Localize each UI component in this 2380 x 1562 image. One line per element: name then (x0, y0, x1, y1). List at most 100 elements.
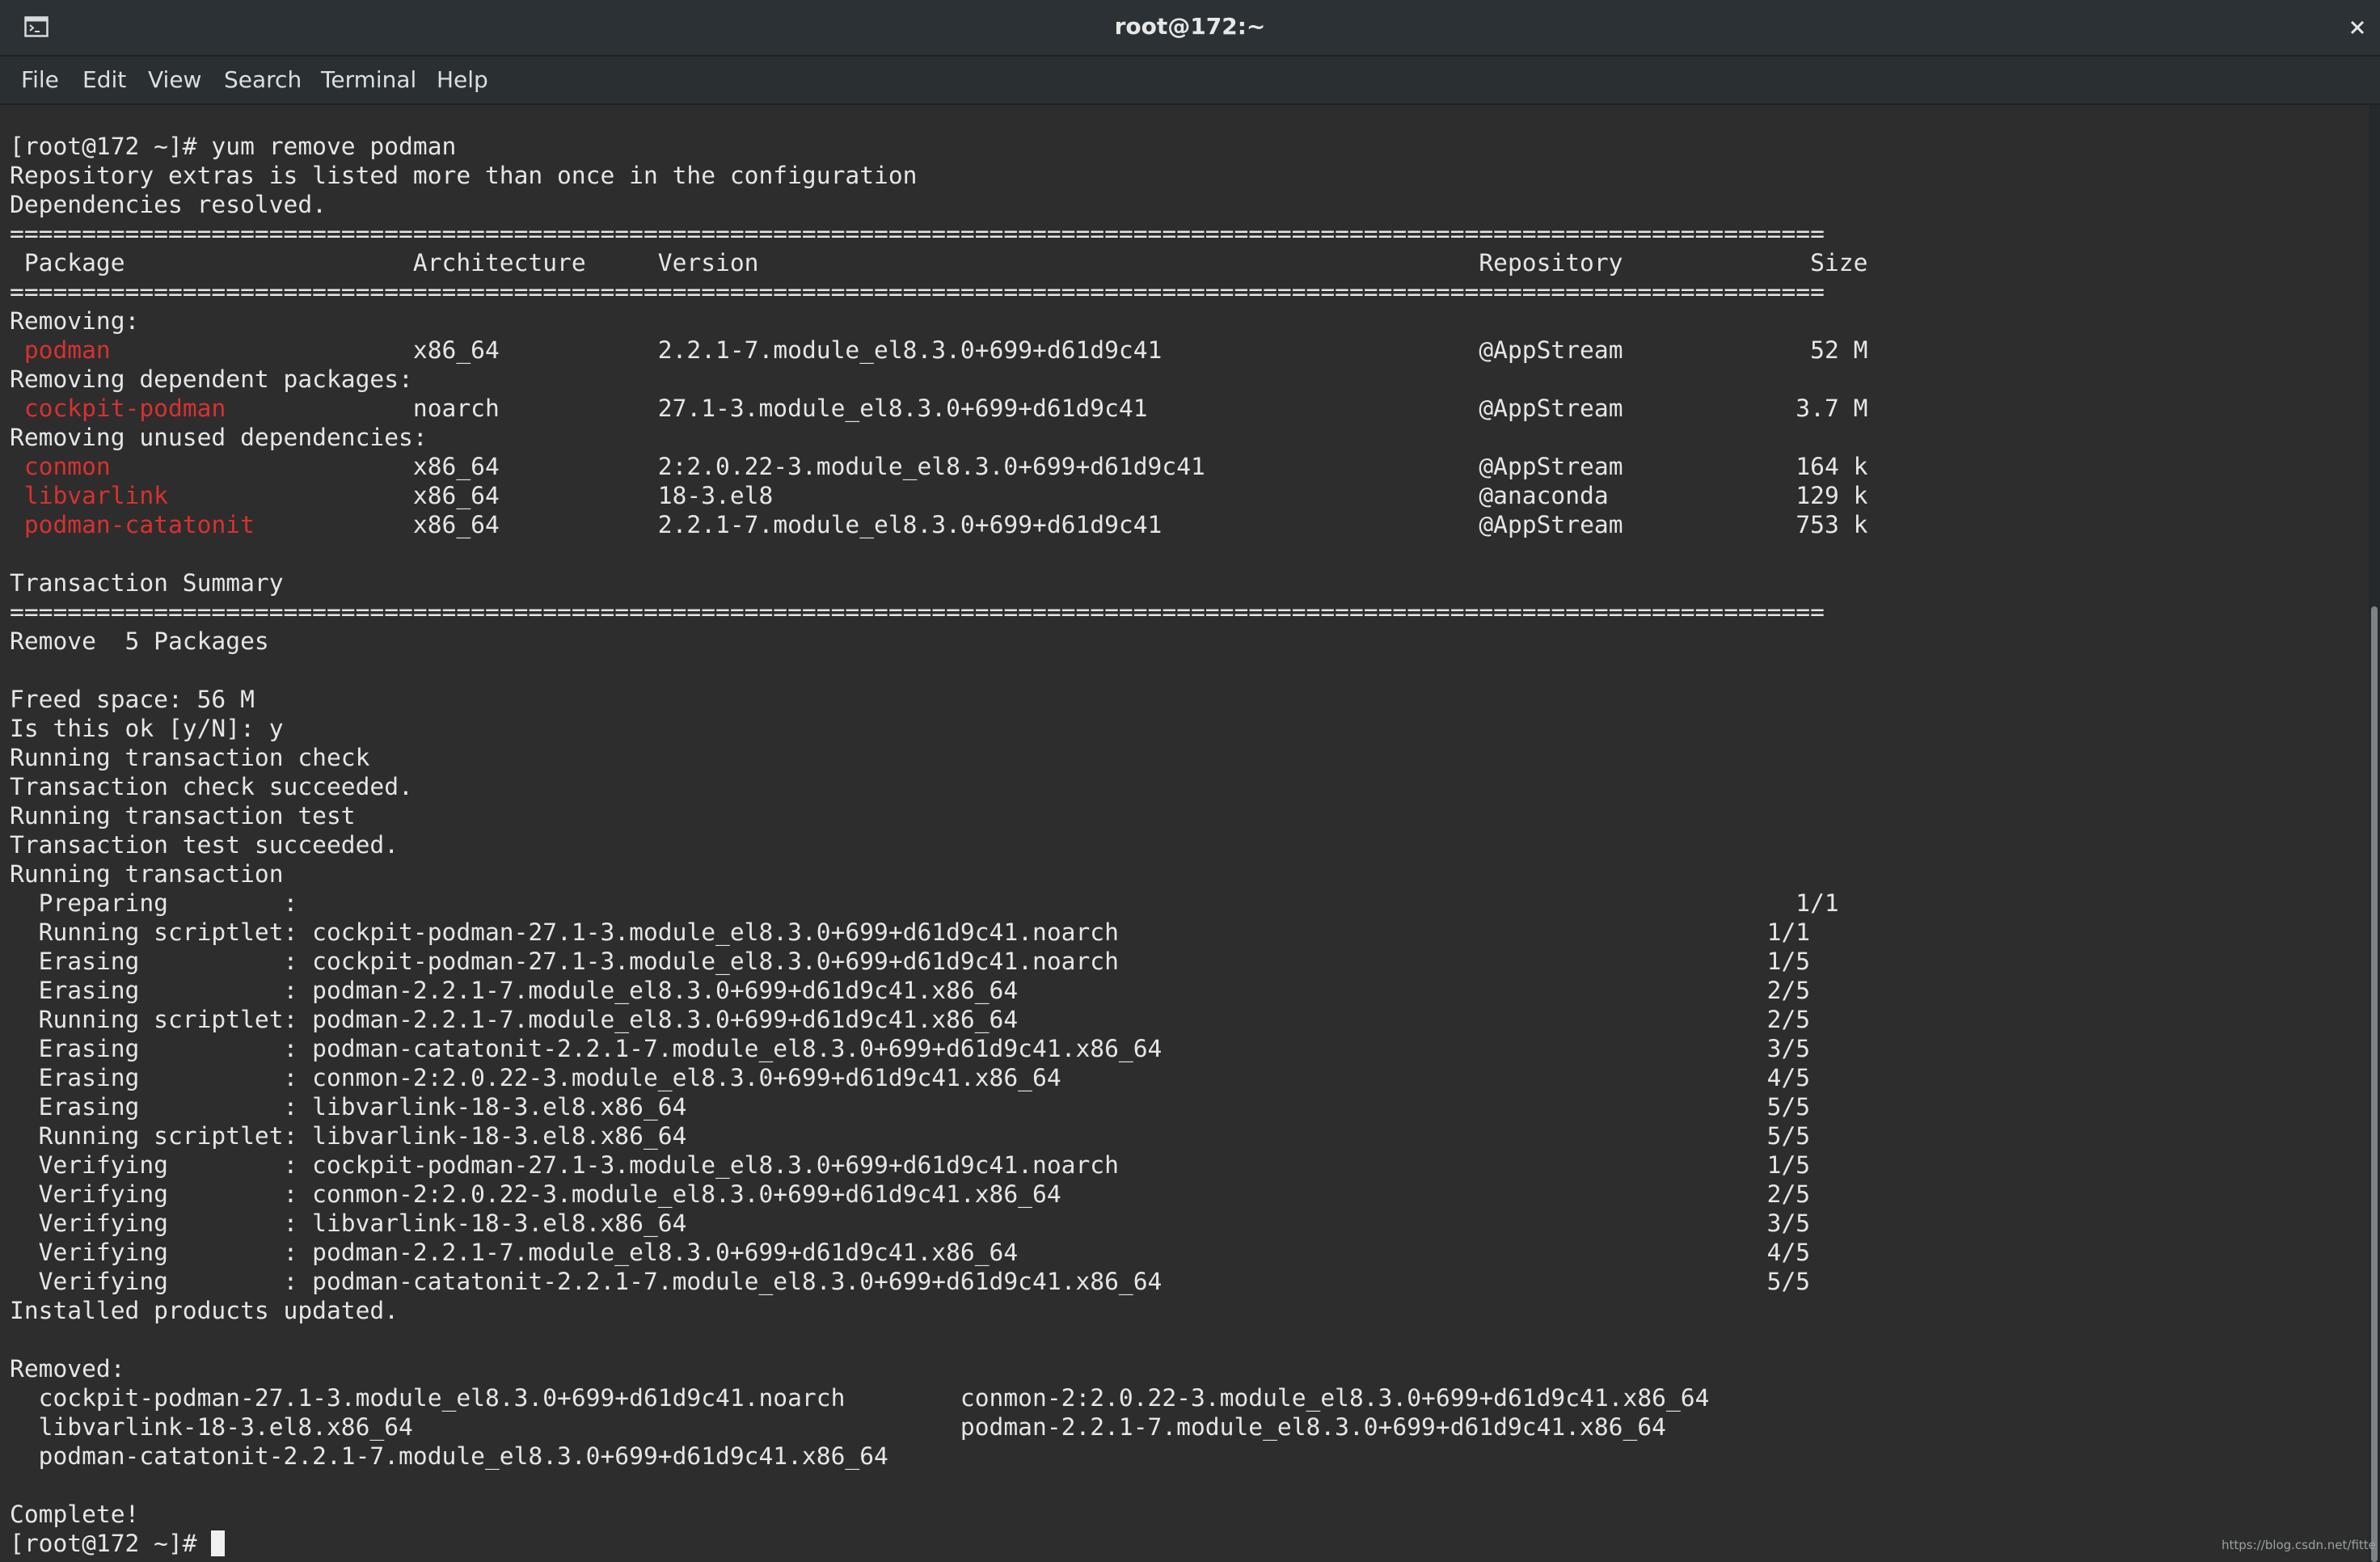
package-name: podman (23, 336, 111, 364)
line-text: Package Architecture Version Repository … (10, 249, 1868, 277)
line-text: Running scriptlet: libvarlink-18-3.el8.x… (10, 1122, 1811, 1150)
vertical-scrollbar[interactable] (2369, 105, 2380, 1562)
menu-search[interactable]: Search (224, 57, 302, 103)
terminal-line: Dependencies resolved. (10, 190, 1867, 219)
line-text: [root@172 ~]# yum remove podman (10, 133, 457, 160)
terminal-line: Running transaction test (10, 801, 1867, 830)
terminal-line: Removing: (10, 306, 1867, 336)
menu-view[interactable]: View (148, 57, 201, 103)
line-text: Complete! (10, 1501, 140, 1528)
terminal-line: Running scriptlet: cockpit-podman-27.1-3… (10, 918, 1867, 947)
close-icon[interactable] (2341, 11, 2374, 44)
terminal-line: Running transaction (10, 859, 1867, 889)
terminal-line: Transaction Summary (10, 568, 1867, 597)
line-text: Verifying : podman-2.2.1-7.module_el8.3.… (10, 1239, 1811, 1266)
terminal-line: ========================================… (10, 597, 1867, 627)
terminal-line: Freed space: 56 M (10, 685, 1867, 714)
menu-help[interactable]: Help (437, 57, 488, 103)
line-text: Running scriptlet: podman-2.2.1-7.module… (10, 1006, 1811, 1033)
terminal-line: Verifying : cockpit-podman-27.1-3.module… (10, 1150, 1867, 1180)
prompt-line[interactable]: [root@172 ~]# (10, 1529, 1867, 1558)
line-text: Preparing : 1/1 (10, 889, 1839, 917)
terminal-icon (24, 16, 49, 37)
terminal-line: cockpit-podman noarch 27.1-3.module_el8.… (10, 394, 1868, 423)
terminal-line: conmon x86_64 2:2.0.22-3.module_el8.3.0+… (10, 452, 1868, 481)
line-text: Verifying : podman-catatonit-2.2.1-7.mod… (10, 1268, 1811, 1295)
menu-edit[interactable]: Edit (82, 57, 126, 103)
terminal-line: Transaction check succeeded. (10, 772, 1867, 801)
title-bar[interactable]: root@172:~ (0, 0, 2380, 57)
menu-file[interactable]: File (21, 57, 59, 103)
line-text: ========================================… (10, 220, 1825, 247)
line-text (10, 336, 24, 364)
terminal-line: Verifying : podman-catatonit-2.2.1-7.mod… (10, 1267, 1867, 1296)
terminal-line: podman-catatonit x86_64 2.2.1-7.module_e… (10, 510, 1868, 539)
terminal-line: Preparing : 1/1 (10, 889, 1867, 918)
line-text: Verifying : conmon-2:2.0.22-3.module_el8… (10, 1180, 1811, 1208)
terminal-line: Erasing : conmon-2:2.0.22-3.module_el8.3… (10, 1063, 1867, 1092)
line-text: Transaction test succeeded. (10, 831, 399, 859)
line-text: podman-catatonit-2.2.1-7.module_el8.3.0+… (10, 1442, 888, 1470)
terminal-output-area[interactable]: [root@172 ~]# yum remove podman Repositor… (0, 105, 2369, 1562)
terminal-line: Verifying : podman-2.2.1-7.module_el8.3.… (10, 1238, 1867, 1267)
terminal-line: [root@172 ~]# yum remove podman (10, 132, 1867, 161)
scrollbar-thumb[interactable] (2371, 606, 2378, 1562)
package-name: podman-catatonit (23, 511, 255, 538)
terminal-line: Verifying : libvarlink-18-3.el8.x86_64 3… (10, 1209, 1867, 1238)
menu-terminal[interactable]: Terminal (321, 57, 416, 103)
line-text: Removed: (10, 1355, 125, 1383)
terminal-line: Is this ok [y/N]: y (10, 714, 1867, 743)
package-name: conmon (23, 453, 111, 480)
line-text: Running transaction test (10, 802, 356, 830)
line-text: x86_64 2.2.1-7.module_el8.3.0+699+d61d9c… (254, 511, 1868, 538)
terminal-line: Erasing : podman-2.2.1-7.module_el8.3.0+… (10, 976, 1867, 1005)
terminal-window: root@172:~ File Edit View Search Termina… (0, 0, 2380, 1562)
terminal-line: Complete! (10, 1500, 1867, 1529)
line-text (10, 453, 24, 480)
line-text: Running transaction (10, 860, 284, 888)
line-text: Verifying : cockpit-podman-27.1-3.module… (10, 1151, 1811, 1179)
line-text: Removing dependent packages: (10, 365, 413, 393)
window-title: root@172:~ (1114, 13, 1266, 40)
terminal-line: Package Architecture Version Repository … (10, 248, 1868, 277)
package-name: libvarlink (23, 482, 168, 509)
line-text: Running scriptlet: cockpit-podman-27.1-3… (10, 918, 1811, 946)
line-text: Transaction Summary (10, 569, 284, 597)
text-cursor (211, 1530, 226, 1556)
line-text: Erasing : conmon-2:2.0.22-3.module_el8.3… (10, 1064, 1811, 1091)
line-text: Erasing : podman-2.2.1-7.module_el8.3.0+… (10, 977, 1811, 1004)
terminal-line: Erasing : libvarlink-18-3.el8.x86_64 5/5 (10, 1092, 1867, 1121)
line-text: Erasing : cockpit-podman-27.1-3.module_e… (10, 948, 1811, 975)
terminal-line: Transaction test succeeded. (10, 830, 1867, 859)
line-text (10, 395, 24, 422)
line-text: ========================================… (10, 278, 1825, 306)
line-text: Running transaction check (10, 744, 370, 771)
line-text: Removing: (10, 307, 140, 335)
terminal-line: podman-catatonit-2.2.1-7.module_el8.3.0+… (10, 1442, 1867, 1471)
terminal-line: Removing unused dependencies: (10, 423, 1867, 452)
line-text: Dependencies resolved. (10, 191, 327, 218)
terminal-line: Installed products updated. (10, 1296, 1867, 1325)
terminal-text: [root@172 ~]# yum remove podman Repositor… (10, 132, 1867, 1558)
line-text: Verifying : libvarlink-18-3.el8.x86_64 3… (10, 1209, 1811, 1237)
terminal-line: cockpit-podman-27.1-3.module_el8.3.0+699… (10, 1383, 1867, 1412)
line-text: Transaction check succeeded. (10, 773, 413, 800)
terminal-line: Remove 5 Packages (10, 627, 1867, 656)
menu-bar: File Edit View Search Terminal Help (0, 57, 2380, 105)
line-text: Erasing : libvarlink-18-3.el8.x86_64 5/5 (10, 1093, 1811, 1121)
terminal-line: Erasing : cockpit-podman-27.1-3.module_e… (10, 947, 1867, 976)
line-text: Is this ok [y/N]: y (10, 715, 284, 742)
terminal-line: ========================================… (10, 277, 1867, 306)
line-text (10, 482, 24, 509)
terminal-line: podman x86_64 2.2.1-7.module_el8.3.0+699… (10, 336, 1868, 365)
watermark-url: https://blog.csdn.net/fittec (2222, 1538, 2375, 1552)
line-text: libvarlink-18-3.el8.x86_64 podman-2.2.1-… (10, 1413, 1666, 1441)
terminal-line: libvarlink x86_64 18-3.el8 @anaconda 129… (10, 481, 1868, 510)
line-text: x86_64 18-3.el8 @anaconda 129 k (168, 482, 1868, 509)
terminal-line: Running transaction check (10, 743, 1867, 772)
line-text: Removing unused dependencies: (10, 424, 428, 451)
